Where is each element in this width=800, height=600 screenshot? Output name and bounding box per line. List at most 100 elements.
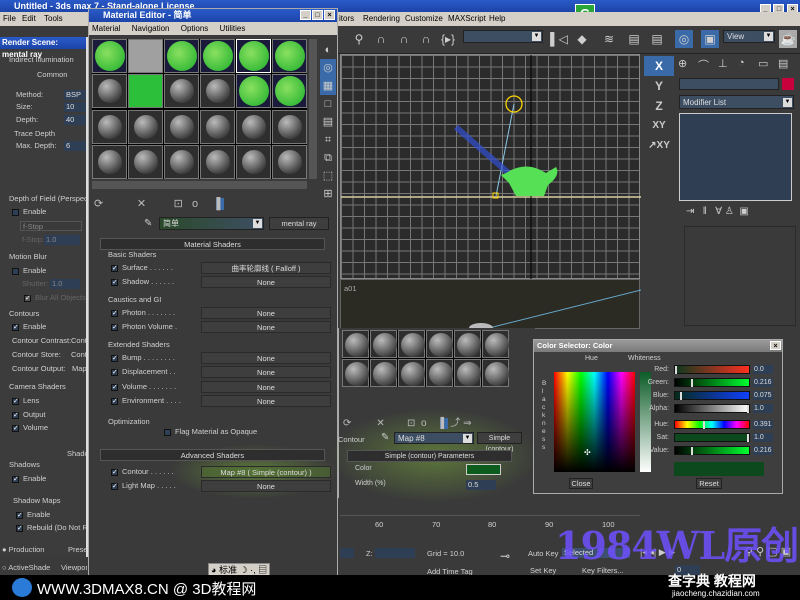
menu-rendering[interactable]: Rendering bbox=[363, 12, 400, 26]
contour-color-swatch[interactable] bbox=[466, 464, 501, 475]
menu-navigation[interactable]: Navigation bbox=[132, 24, 170, 33]
blue-value-field[interactable]: 0.075 bbox=[753, 391, 773, 400]
create-tab-icon[interactable]: ⊕ bbox=[678, 57, 687, 70]
displacement-shader-button[interactable]: None bbox=[201, 366, 331, 378]
menu-customize[interactable]: Customize bbox=[405, 12, 443, 26]
axis-xy-button[interactable]: XY bbox=[644, 116, 674, 136]
show-end-result-icon[interactable]: ‖ bbox=[703, 206, 707, 217]
menu-tools[interactable]: Tools bbox=[44, 12, 63, 26]
material-type-button[interactable]: mental ray bbox=[269, 217, 329, 230]
contour-width-field[interactable]: 0.5 bbox=[466, 480, 496, 490]
auto-key-button[interactable]: Auto Key bbox=[528, 549, 558, 558]
sample-slot[interactable] bbox=[426, 330, 453, 358]
tab-indirect-illumination[interactable]: Indirect Illumination bbox=[9, 55, 74, 64]
modifier-stack[interactable] bbox=[679, 113, 792, 201]
output-checkbox[interactable]: ✓ Output bbox=[12, 410, 46, 419]
material-shaders-rollout[interactable]: Material Shaders bbox=[100, 238, 325, 250]
contour-shader-button[interactable]: Map #8 ( Simple (contour) ) bbox=[201, 466, 331, 478]
sample-slot[interactable] bbox=[342, 359, 369, 387]
menu-maxscript[interactable]: MAXScript bbox=[448, 12, 486, 26]
remove-modifier-icon[interactable]: ♙ bbox=[725, 206, 734, 217]
slider-thumb[interactable] bbox=[675, 366, 677, 374]
menu-file[interactable]: File bbox=[3, 12, 16, 26]
key-icon[interactable]: ⊸ bbox=[500, 549, 510, 563]
sample-slot[interactable] bbox=[92, 74, 127, 109]
mirror-icon[interactable]: ▌◁ bbox=[550, 30, 568, 48]
sample-slot[interactable] bbox=[128, 74, 163, 109]
slider-thumb[interactable] bbox=[690, 379, 693, 387]
video-color-check-icon[interactable]: ▤ bbox=[320, 113, 336, 131]
sample-slot[interactable] bbox=[398, 359, 425, 387]
axis-y-button[interactable]: Y bbox=[644, 76, 674, 96]
light-map-shader-button[interactable]: None bbox=[201, 480, 331, 492]
value-value-field[interactable]: 0.216 bbox=[753, 446, 773, 455]
motion-blur-enable-checkbox[interactable]: Enable bbox=[12, 266, 46, 275]
make-preview-icon[interactable]: ⌗ bbox=[320, 131, 336, 149]
close-button[interactable]: × bbox=[324, 10, 335, 20]
close-button[interactable]: × bbox=[770, 341, 781, 350]
align-icon[interactable]: ◆ bbox=[573, 30, 591, 48]
sample-slot[interactable] bbox=[370, 330, 397, 358]
reset-material-icon[interactable]: ✕ bbox=[137, 198, 146, 210]
rebuild-checkbox[interactable]: ✓Rebuild (Do Not Re-Use Cache) bbox=[16, 523, 86, 532]
sample-slot[interactable] bbox=[272, 144, 307, 179]
modifier-list-dropdown[interactable]: Modifier List ▼ bbox=[679, 95, 794, 109]
menu-utilities[interactable]: Utilities bbox=[220, 24, 246, 33]
select-by-material-icon[interactable]: ⬚ bbox=[320, 167, 336, 185]
get-material-icon[interactable]: ⟳ bbox=[343, 418, 351, 429]
effects-channel-icon[interactable]: o bbox=[421, 418, 427, 429]
object-color-swatch[interactable] bbox=[782, 78, 794, 90]
photon-shader-button[interactable]: None bbox=[201, 307, 331, 319]
shadows-rollout-header[interactable]: Shadows & Displacement bbox=[67, 449, 87, 458]
sample-slot[interactable] bbox=[128, 144, 163, 179]
percent-snap-icon[interactable]: ∩ bbox=[417, 30, 435, 48]
environment-shader-button[interactable]: None bbox=[201, 395, 331, 407]
shadows-enable-checkbox[interactable]: ✓ Enable bbox=[12, 474, 46, 483]
sample-slot[interactable] bbox=[342, 330, 369, 358]
contour-store-button[interactable]: Contour Store Function (contour) bbox=[71, 350, 87, 359]
named-selection-dropdown[interactable]: ▼ bbox=[463, 30, 543, 43]
slider-thumb[interactable] bbox=[747, 434, 749, 442]
reset-button[interactable]: Reset bbox=[696, 478, 722, 489]
configure-modifier-sets-icon[interactable]: ▣ bbox=[739, 206, 748, 217]
layer-manager-icon[interactable]: ≋ bbox=[600, 30, 618, 48]
advanced-shaders-rollout[interactable]: Advanced Shaders bbox=[100, 449, 325, 461]
blue-slider[interactable] bbox=[674, 391, 750, 400]
eyedropper-icon[interactable]: ✎ bbox=[381, 432, 389, 443]
sample-slot[interactable] bbox=[164, 109, 199, 144]
tab-common[interactable]: Common bbox=[37, 70, 67, 79]
sample-slot[interactable] bbox=[370, 359, 397, 387]
dof-mode-dropdown[interactable]: f-Stop bbox=[20, 221, 82, 231]
contour-contrast-button[interactable]: Contour Contrast Function Levels bbox=[71, 336, 87, 345]
sample-slot[interactable] bbox=[272, 109, 307, 144]
sample-slot-active[interactable] bbox=[236, 39, 271, 73]
select-link-icon[interactable]: ⚲ bbox=[350, 30, 368, 48]
view-dropdown[interactable]: View ▼ bbox=[723, 30, 775, 43]
go-forward-icon[interactable]: ⇒ bbox=[463, 418, 471, 429]
sample-slot[interactable] bbox=[482, 359, 509, 387]
put-to-library-icon[interactable]: ⊡ bbox=[174, 198, 183, 210]
sample-type-icon[interactable]: ◐ bbox=[320, 41, 336, 59]
sample-slot[interactable] bbox=[200, 109, 235, 144]
sample-slot[interactable] bbox=[236, 74, 271, 109]
shutter-field[interactable]: 1.0 bbox=[50, 279, 80, 289]
eyedropper-icon[interactable]: ✎ bbox=[144, 218, 152, 229]
blur-all-checkbox[interactable]: ✓ Blur All Objects bbox=[24, 293, 86, 302]
menu-graph-editors[interactable]: itors bbox=[339, 12, 354, 26]
menu-options[interactable]: Options bbox=[181, 24, 209, 33]
options-icon[interactable]: ⧉ bbox=[320, 149, 336, 167]
map-name-dropdown[interactable]: Map #8 ▼ bbox=[394, 432, 474, 444]
checkbox[interactable] bbox=[12, 267, 19, 275]
hue-value-field[interactable]: 0.391 bbox=[753, 420, 773, 429]
material-name-dropdown[interactable]: 简单 ▼ bbox=[159, 217, 264, 230]
show-end-result-icon[interactable]: ▌ bbox=[216, 198, 225, 210]
flag-opaque-checkbox[interactable]: Flag Material as Opaque bbox=[164, 427, 257, 436]
sample-slot[interactable] bbox=[200, 74, 235, 109]
sample-slot[interactable] bbox=[398, 330, 425, 358]
contours-enable-checkbox[interactable]: ✓ Enable bbox=[12, 322, 46, 331]
display-tab-icon[interactable]: ▭ bbox=[758, 57, 768, 70]
background-icon[interactable]: ▦ bbox=[320, 77, 336, 95]
utilities-tab-icon[interactable]: ▤ bbox=[778, 57, 788, 70]
sample-slot[interactable] bbox=[164, 74, 199, 109]
sample-slot[interactable] bbox=[272, 74, 307, 109]
